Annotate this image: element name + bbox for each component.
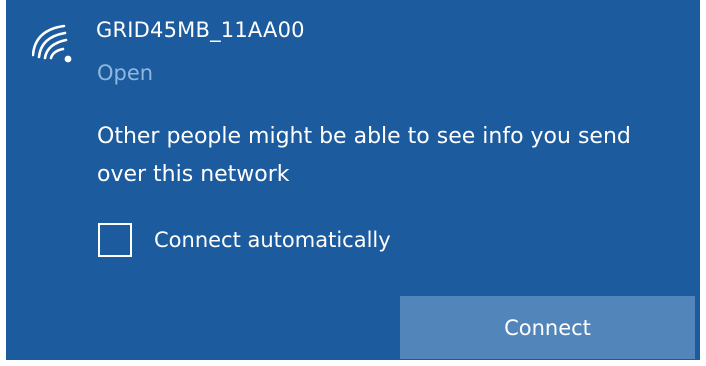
connect-button[interactable]: Connect	[400, 296, 695, 359]
screenshot-frame: GRID45MB_11AA00 Open Other people might …	[0, 0, 706, 366]
connect-automatically-option[interactable]: Connect automatically	[98, 220, 391, 260]
wifi-signal-icon	[32, 24, 72, 63]
wifi-network-panel: GRID45MB_11AA00 Open Other people might …	[6, 0, 700, 360]
network-name: GRID45MB_11AA00	[96, 18, 305, 42]
network-security-status: Open	[97, 61, 154, 85]
security-warning-text: Other people might be able to see info y…	[97, 124, 631, 187]
connect-automatically-label: Connect automatically	[154, 228, 391, 252]
connect-automatically-checkbox[interactable]	[98, 223, 132, 257]
